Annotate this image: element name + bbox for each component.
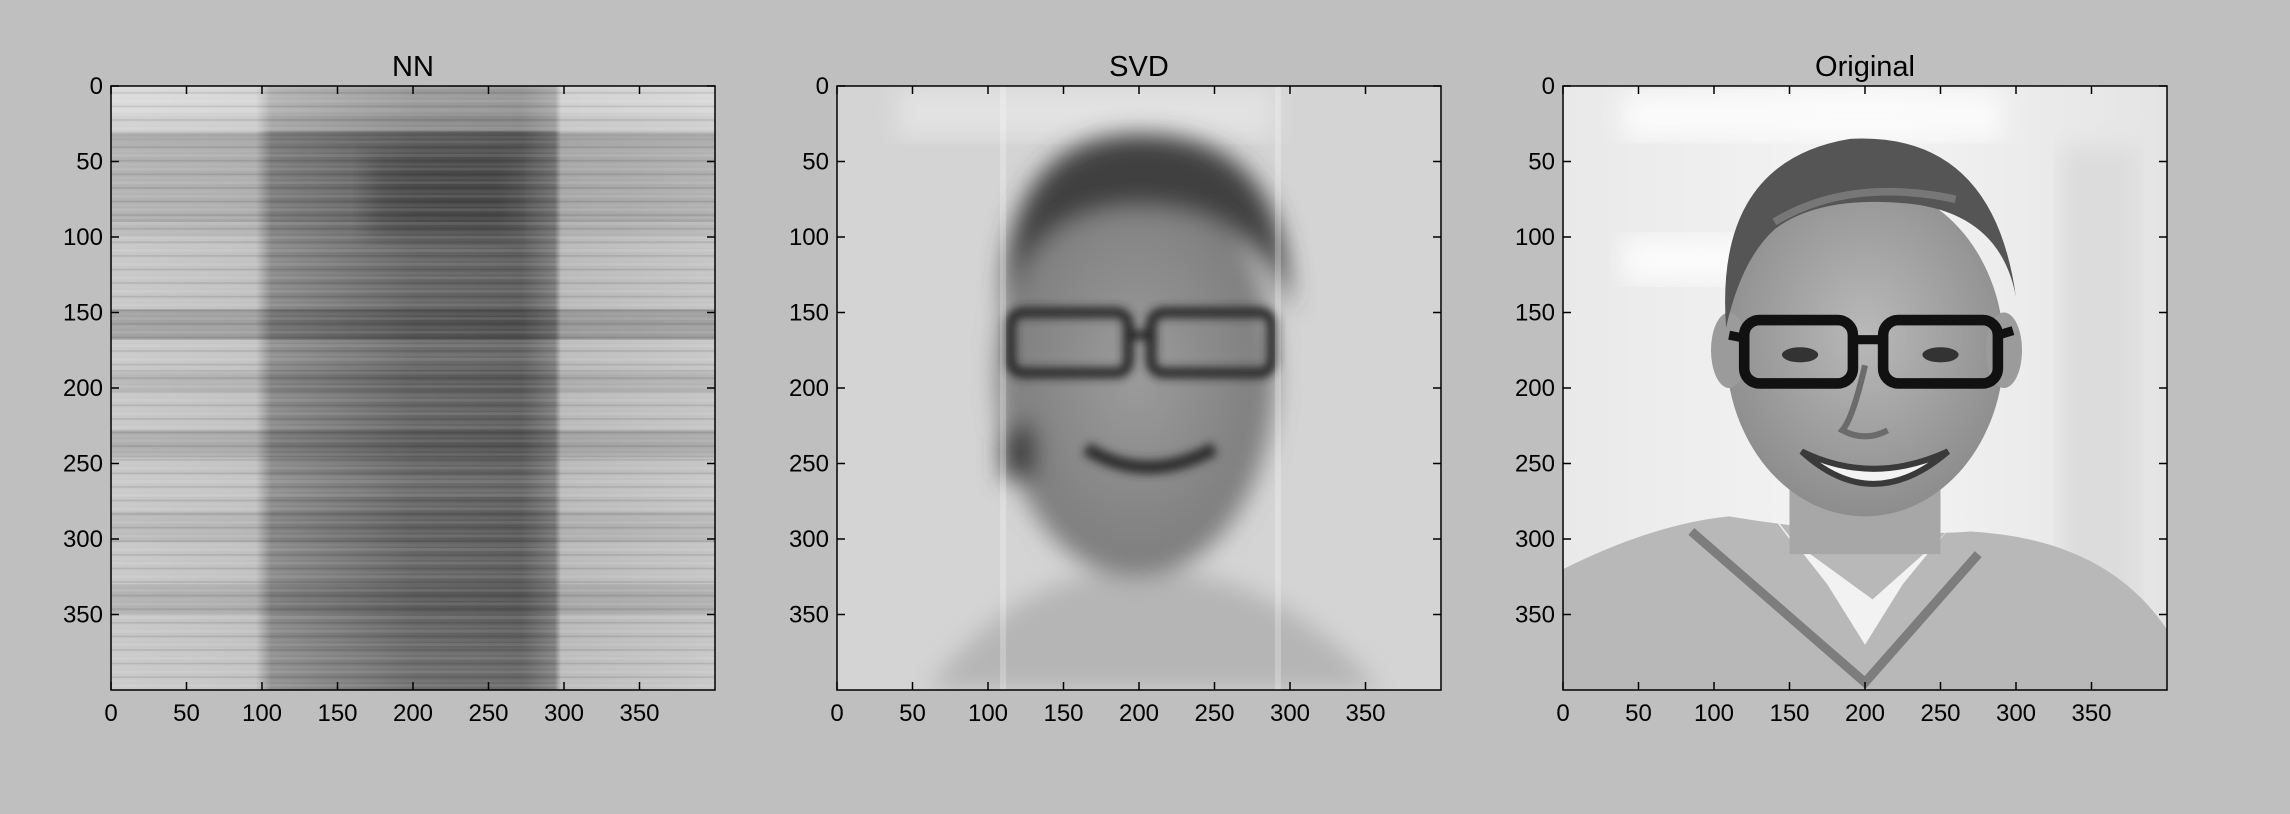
panel-title: NN	[392, 51, 434, 83]
panel-title: SVD	[1109, 51, 1169, 83]
x-tick-label: 300	[544, 700, 584, 727]
y-tick-label: 0	[816, 73, 829, 100]
y-tick-label: 0	[90, 73, 103, 100]
x-tick-label: 250	[468, 700, 508, 727]
nn-reconstruction	[111, 86, 715, 690]
y-tick-label: 350	[789, 602, 829, 629]
y-tick-label: 150	[1515, 300, 1555, 327]
y-tick-label: 300	[1515, 526, 1555, 553]
x-tick-label: 0	[1556, 700, 1569, 727]
y-tick-label: 200	[63, 375, 103, 402]
x-tick-label: 200	[1119, 700, 1159, 727]
y-tick-label: 150	[789, 300, 829, 327]
panel-original: Original 0 50 100 150 200 250 300 350 0 50 100 150 20…	[1515, 51, 2168, 727]
image-area	[111, 86, 715, 690]
x-tick-label: 50	[173, 700, 200, 727]
y-tick-label: 350	[1515, 602, 1555, 629]
x-tick-label: 50	[1625, 700, 1652, 727]
image-area	[1563, 86, 2167, 690]
y-tick-label: 50	[1528, 149, 1555, 176]
y-tick-label: 100	[63, 224, 103, 251]
y-tick-label: 300	[789, 526, 829, 553]
y-tick-label: 100	[789, 224, 829, 251]
y-tick-label: 200	[1515, 375, 1555, 402]
x-tick-label: 300	[1270, 700, 1310, 727]
x-tick-label: 200	[1845, 700, 1885, 727]
x-tick-label: 250	[1194, 700, 1234, 727]
x-tick-label: 0	[830, 700, 843, 727]
y-tick-label: 0	[1542, 73, 1555, 100]
x-tick-label: 200	[393, 700, 433, 727]
y-tick-label: 250	[789, 451, 829, 478]
x-tick-label: 100	[968, 700, 1008, 727]
y-tick-label: 150	[63, 300, 103, 327]
y-tick-label: 100	[1515, 224, 1555, 251]
x-tick-label: 50	[899, 700, 926, 727]
panel-title: Original	[1815, 51, 1915, 83]
y-tick-label: 300	[63, 526, 103, 553]
y-tick-label: 250	[63, 451, 103, 478]
x-tick-label: 100	[1694, 700, 1734, 727]
x-tick-label: 150	[1769, 700, 1809, 727]
x-tick-label: 150	[317, 700, 357, 727]
x-tick-label: 350	[1345, 700, 1385, 727]
y-tick-label: 250	[1515, 451, 1555, 478]
y-tick-label: 350	[63, 602, 103, 629]
x-tick-label: 100	[242, 700, 282, 727]
image-area	[837, 86, 1441, 690]
svd-reconstruction	[837, 86, 1441, 690]
x-tick-label: 300	[1996, 700, 2036, 727]
x-tick-label: 250	[1920, 700, 1960, 727]
y-tick-label: 50	[76, 149, 103, 176]
y-tick-label: 50	[802, 149, 829, 176]
x-tick-label: 350	[2071, 700, 2111, 727]
x-tick-label: 350	[619, 700, 659, 727]
figure: NN 0 50 100 150 200 250 300 350 0 50 100 150 200 250 30…	[63, 51, 2168, 727]
panel-nn: NN 0 50 100 150 200 250 300 350 0 50 100 150 200 250 30…	[63, 51, 716, 727]
y-tick-label: 200	[789, 375, 829, 402]
original-photo	[1563, 86, 2167, 690]
panel-svd: SVD 0 50 100 150 200 250 300 350 0 50 100 150 200 250 3…	[789, 51, 1442, 727]
x-tick-label: 0	[104, 700, 117, 727]
x-tick-label: 150	[1043, 700, 1083, 727]
